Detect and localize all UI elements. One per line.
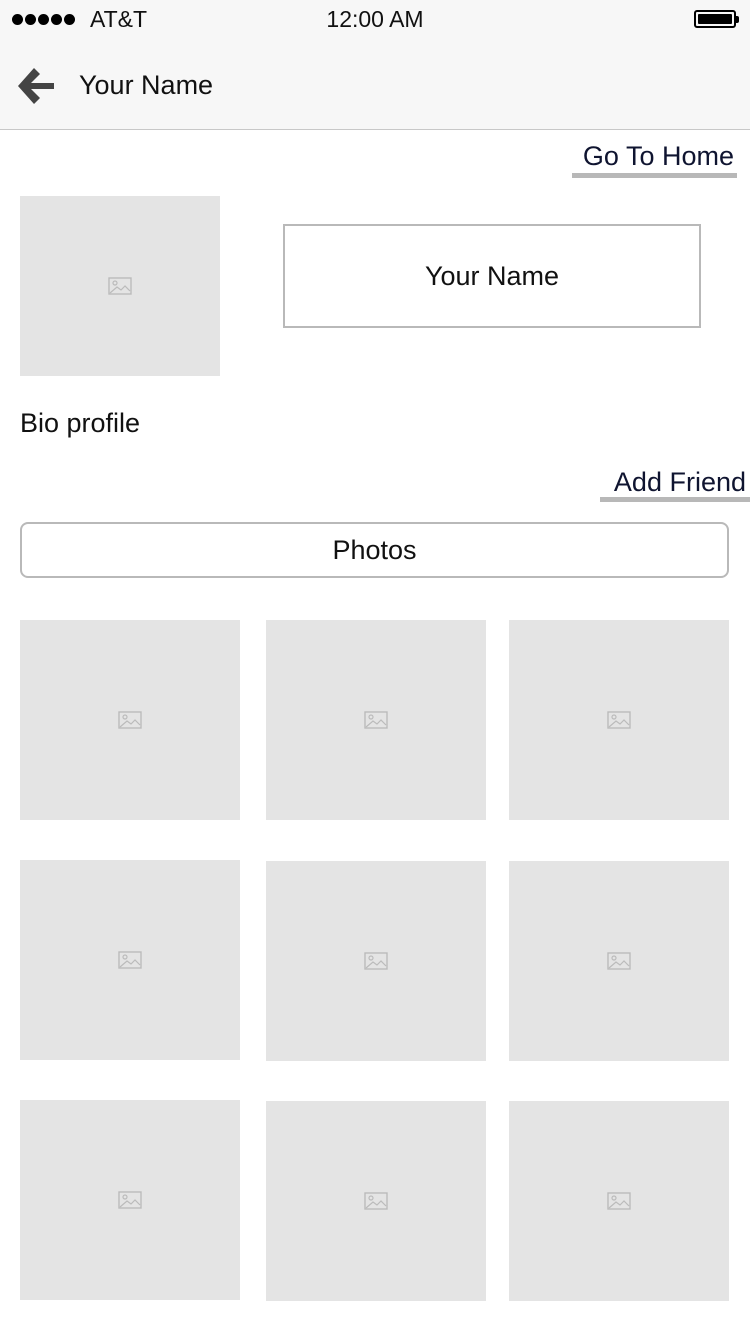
photo-thumbnail[interactable] <box>509 861 729 1061</box>
go-to-home-underline <box>572 173 737 178</box>
image-placeholder-icon <box>607 952 631 970</box>
profile-screen: AT&T 12:00 AM Your Name Go To Home Your … <box>0 0 750 1334</box>
image-placeholder-icon <box>607 1192 631 1210</box>
photos-button[interactable]: Photos <box>20 522 729 578</box>
page-title: Your Name <box>79 70 214 100</box>
image-placeholder-icon <box>108 277 132 295</box>
arrow-left-icon <box>18 68 54 104</box>
image-placeholder-icon <box>118 1191 142 1209</box>
battery-fill <box>698 14 732 24</box>
photo-thumbnail[interactable] <box>509 620 729 820</box>
profile-avatar <box>20 196 220 376</box>
bio-profile-text: Bio profile <box>20 408 141 438</box>
photo-thumbnail[interactable] <box>20 1100 240 1300</box>
image-placeholder-icon <box>607 711 631 729</box>
photos-button-label: Photos <box>332 534 417 565</box>
image-placeholder-icon <box>364 711 388 729</box>
image-placeholder-icon <box>118 711 142 729</box>
back-button[interactable] <box>14 64 58 108</box>
photo-thumbnail[interactable] <box>20 860 240 1060</box>
image-placeholder-icon <box>364 1192 388 1210</box>
add-friend-underline <box>600 497 750 502</box>
status-bar: AT&T 12:00 AM <box>0 0 750 40</box>
image-placeholder-icon <box>364 952 388 970</box>
add-friend-link[interactable]: Add Friend <box>614 467 746 498</box>
navigation-bar: Your Name <box>0 40 750 130</box>
profile-name-box: Your Name <box>283 224 701 328</box>
battery-icon <box>694 10 739 28</box>
status-time: 12:00 AM <box>326 6 424 32</box>
go-to-home-link[interactable]: Go To Home <box>583 141 734 172</box>
photo-thumbnail[interactable] <box>266 620 486 820</box>
photo-thumbnail[interactable] <box>266 861 486 1061</box>
battery-nub <box>736 16 739 23</box>
photo-thumbnail[interactable] <box>266 1101 486 1301</box>
image-placeholder-icon <box>118 951 142 969</box>
photo-thumbnail[interactable] <box>509 1101 729 1301</box>
photo-thumbnail[interactable] <box>20 620 240 820</box>
profile-name: Your Name <box>424 260 560 291</box>
